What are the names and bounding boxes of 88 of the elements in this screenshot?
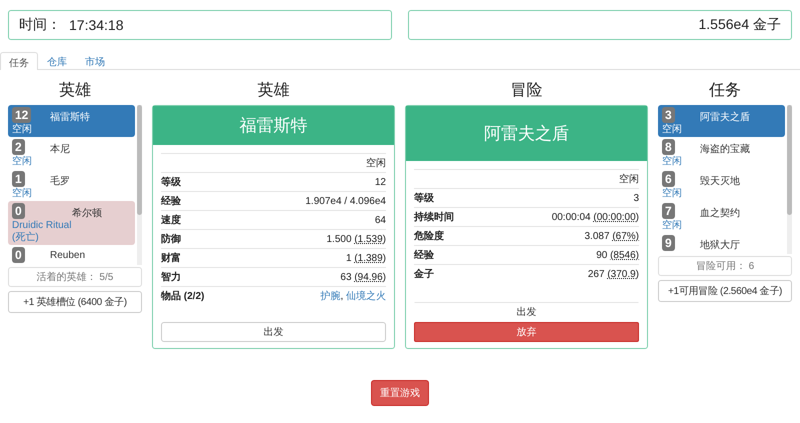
item-name: 希尔顿: [72, 206, 102, 221]
level-badge: 12: [12, 107, 32, 123]
tab[interactable]: 市场: [76, 52, 114, 69]
separator: ,: [340, 291, 344, 302]
status-text: 空闲: [619, 172, 639, 186]
money-value: 1.556e4 金子: [698, 16, 781, 34]
list-item[interactable]: 8 空闲 海盗的宝藏: [658, 137, 785, 169]
item-name: 海盗的宝藏: [700, 142, 750, 157]
tab[interactable]: 仓库: [38, 52, 76, 69]
stat-value: 1 (1.389): [346, 252, 386, 264]
level-badge: 9: [662, 235, 675, 251]
list-item[interactable]: 12 空闲 福雷斯特: [8, 105, 135, 137]
status-text: 空闲: [366, 156, 386, 170]
level-badge: 3: [662, 107, 675, 123]
scrollbar[interactable]: [787, 105, 792, 254]
level-badge: 8: [662, 139, 675, 155]
stat-value: 00:00:04 (00:00:00): [552, 212, 639, 222]
stat-label: 金子: [414, 268, 434, 281]
stat-label: 经验: [161, 194, 181, 208]
stat-value: 1.500 (1.539): [326, 234, 386, 244]
buy-button[interactable]: +1 英雄槽位 (6400 金子): [8, 291, 142, 313]
count-label: 活着的英雄： 5/5: [8, 267, 142, 287]
stat-value: 90 (8546): [596, 250, 639, 260]
level-badge: 1: [12, 171, 25, 187]
item-name: Reuben: [50, 249, 86, 263]
item-name: 毛罗: [50, 174, 70, 189]
stat-label: 持续时间: [414, 210, 454, 224]
column-title: 英雄: [58, 80, 92, 101]
stat-label: 经验: [414, 248, 434, 262]
tab[interactable]: 任务: [0, 52, 38, 70]
time-value: 17:34:18: [69, 17, 124, 33]
list-item[interactable]: 1 空闲 毛罗: [8, 169, 135, 201]
stat-value: 63 (94.96): [340, 272, 386, 282]
item-link[interactable]: 护腕: [320, 291, 340, 302]
status-text: 空闲: [12, 156, 32, 167]
scrollbar[interactable]: [137, 105, 142, 265]
stat-label: 物品 (2/2): [161, 290, 204, 303]
stat-value: 1.907e4 / 4.096e4: [305, 196, 386, 206]
status-text: 空闲: [12, 188, 32, 199]
depart-button[interactable]: 出发: [161, 322, 386, 342]
stat-label: 危险度: [414, 229, 444, 243]
stat-value: 12: [374, 176, 386, 188]
list-item[interactable]: 6 空闲 毁天灭地: [658, 169, 785, 201]
stat-value: 3.087 (67%): [584, 230, 639, 242]
stat-value: 64: [374, 214, 386, 226]
stat-label: 防御: [161, 232, 181, 246]
column-title: 冒险: [510, 81, 544, 101]
column-title: 任务: [708, 81, 742, 101]
status-text: Druidic Ritual: [12, 220, 72, 231]
list-item[interactable]: 7 空闲 血之契约: [658, 201, 785, 233]
list-item[interactable]: 9 地狱大厅: [658, 233, 785, 254]
reset-game-button[interactable]: 重置游戏: [371, 380, 429, 406]
item-name: 血之契约: [700, 206, 740, 221]
stat-label: 等级: [414, 192, 434, 205]
time-label: 时间：: [19, 16, 61, 34]
item-name: 阿雷夫之盾: [700, 110, 750, 125]
column-title: 英雄: [256, 80, 290, 101]
level-badge: 6: [662, 171, 675, 187]
stat-label: 速度: [161, 213, 181, 227]
buy-button[interactable]: +1可用冒险 (2.560e4 金子): [658, 280, 792, 302]
item-name: 福雷斯特: [50, 110, 90, 125]
stat-label: 等级: [161, 176, 181, 189]
abandon-button[interactable]: 放弃: [414, 322, 639, 342]
list-item[interactable]: 0 Reuben: [8, 245, 135, 265]
status-note: (死亡): [12, 232, 39, 243]
stat-value: 267 (370.9): [588, 268, 639, 280]
item-name: 地狱大厅: [700, 238, 740, 252]
level-badge: 0: [12, 203, 25, 219]
status-text: 空闲: [662, 156, 682, 167]
stat-label: 智力: [161, 270, 181, 284]
status-text: 空闲: [662, 124, 682, 135]
stat-label: 财富: [161, 251, 181, 265]
status-text: 空闲: [662, 220, 682, 231]
item-link[interactable]: 仙境之火: [346, 291, 386, 302]
status-text: 空闲: [662, 188, 682, 199]
list-item[interactable]: 0 Druidic Ritual (死亡) 希尔顿: [8, 201, 135, 245]
stat-value: 3: [633, 192, 639, 204]
list-item[interactable]: 2 空闲 本尼: [8, 137, 135, 169]
level-badge: 0: [12, 247, 25, 263]
card-header: 阿雷夫之盾: [406, 106, 647, 161]
item-name: 毁天灭地: [700, 174, 740, 189]
level-badge: 7: [662, 203, 675, 219]
level-badge: 2: [12, 139, 25, 155]
count-label: 冒险可用： 6: [658, 256, 792, 276]
item-name: 本尼: [50, 142, 70, 157]
card-header: 福雷斯特: [153, 106, 394, 145]
status-text: 空闲: [12, 124, 32, 135]
list-item[interactable]: 3 空闲 阿雷夫之盾: [658, 105, 785, 137]
